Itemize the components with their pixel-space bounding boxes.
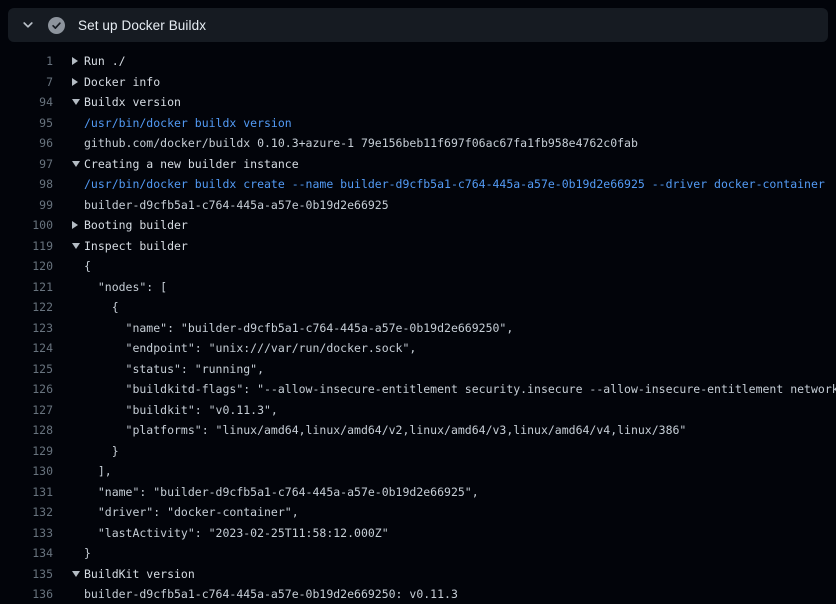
line-number[interactable]: 97 [0,157,53,171]
log-group-row[interactable]: 135 BuildKit version [0,564,836,585]
log-row: 132 "driver": "docker-container", [0,502,836,523]
log-line-text: "nodes": [ [53,280,836,294]
log-row: 99 builder-d9cfb5a1-c764-445a-a57e-0b19d… [0,195,836,216]
log-line-text: "status": "running", [53,362,836,376]
line-number[interactable]: 121 [0,280,53,294]
line-number[interactable]: 129 [0,444,53,458]
log-line-text: Booting builder [53,218,836,232]
line-number[interactable]: 99 [0,198,53,212]
line-number[interactable]: 124 [0,341,53,355]
log-group-row[interactable]: 97 Creating a new builder instance [0,154,836,175]
log-line-text: "name": "builder-d9cfb5a1-c764-445a-a57e… [53,321,836,335]
step-title: Set up Docker Buildx [78,18,206,33]
line-number[interactable]: 134 [0,546,53,560]
log-line-text: "driver": "docker-container", [53,505,836,519]
line-number[interactable]: 95 [0,116,53,130]
log-line-text: Inspect builder [53,239,836,253]
chevron-down-icon[interactable] [21,18,35,32]
log-line-text: ], [53,464,836,478]
line-number[interactable]: 122 [0,300,53,314]
log-line-text: builder-d9cfb5a1-c764-445a-a57e-0b19d2e6… [53,198,836,212]
log-row: 131 "name": "builder-d9cfb5a1-c764-445a-… [0,482,836,503]
line-number[interactable]: 1 [0,54,53,68]
log-line-text: Run ./ [53,54,836,68]
log-line-text: "name": "builder-d9cfb5a1-c764-445a-a57e… [53,485,836,499]
log-line-text: BuildKit version [53,567,836,581]
line-number[interactable]: 123 [0,321,53,335]
log-line-text: "buildkit": "v0.11.3", [53,403,836,417]
log-group-row[interactable]: 100 Booting builder [0,215,836,236]
log-row: 95 /usr/bin/docker buildx version [0,113,836,134]
log-line-text: Creating a new builder instance [53,157,836,171]
actions-log-viewer: Set up Docker Buildx 1 Run ./ 7 Docker i… [0,0,836,604]
log-row: 130 ], [0,461,836,482]
log-line-text: "endpoint": "unix:///var/run/docker.sock… [53,341,836,355]
log-row: 96 github.com/docker/buildx 0.10.3+azure… [0,133,836,154]
log-line-text: } [53,444,836,458]
log-row: 123 "name": "builder-d9cfb5a1-c764-445a-… [0,318,836,339]
log-line-text: { [53,259,836,273]
line-number[interactable]: 127 [0,403,53,417]
line-number[interactable]: 132 [0,505,53,519]
log-line-text: Buildx version [53,95,836,109]
log-row: 127 "buildkit": "v0.11.3", [0,400,836,421]
group-collapsed-icon[interactable] [72,221,78,229]
line-number[interactable]: 133 [0,526,53,540]
line-number[interactable]: 131 [0,485,53,499]
group-collapsed-icon[interactable] [72,57,78,65]
log-line-text: } [53,546,836,560]
log-group-row[interactable]: 94 Buildx version [0,92,836,113]
log-line-text: github.com/docker/buildx 0.10.3+azure-1 … [53,136,836,150]
group-expanded-icon[interactable] [72,161,80,167]
log-line-text: "lastActivity": "2023-02-25T11:58:12.000… [53,526,836,540]
log-row: 120 { [0,256,836,277]
log-row: 134 } [0,543,836,564]
group-collapsed-icon[interactable] [72,78,78,86]
line-number[interactable]: 7 [0,75,53,89]
check-circle-icon [48,17,65,34]
line-number[interactable]: 125 [0,362,53,376]
line-number[interactable]: 94 [0,95,53,109]
line-number[interactable]: 126 [0,382,53,396]
log-panel: 1 Run ./ 7 Docker info 94 Buildx version… [0,51,836,604]
line-number[interactable]: 120 [0,259,53,273]
group-expanded-icon[interactable] [72,571,80,577]
log-line-text: "platforms": "linux/amd64,linux/amd64/v2… [53,423,836,437]
log-group-row[interactable]: 1 Run ./ [0,51,836,72]
log-row: 121 "nodes": [ [0,277,836,298]
group-expanded-icon[interactable] [72,99,80,105]
line-number[interactable]: 96 [0,136,53,150]
log-row: 133 "lastActivity": "2023-02-25T11:58:12… [0,523,836,544]
line-number[interactable]: 128 [0,423,53,437]
log-line-text: { [53,300,836,314]
line-number[interactable]: 119 [0,239,53,253]
line-number[interactable]: 130 [0,464,53,478]
group-expanded-icon[interactable] [72,243,80,249]
line-number[interactable]: 100 [0,218,53,232]
log-row: 98 /usr/bin/docker buildx create --name … [0,174,836,195]
log-line-text: "buildkitd-flags": "--allow-insecure-ent… [53,382,836,396]
log-line-text: /usr/bin/docker buildx version [53,116,836,130]
log-row: 125 "status": "running", [0,359,836,380]
log-row: 126 "buildkitd-flags": "--allow-insecure… [0,379,836,400]
log-row: 122 { [0,297,836,318]
log-row: 136 builder-d9cfb5a1-c764-445a-a57e-0b19… [0,584,836,604]
step-header[interactable]: Set up Docker Buildx [8,8,828,42]
line-number[interactable]: 136 [0,587,53,601]
log-row: 129 } [0,441,836,462]
log-group-row[interactable]: 7 Docker info [0,72,836,93]
log-row: 128 "platforms": "linux/amd64,linux/amd6… [0,420,836,441]
log-group-row[interactable]: 119 Inspect builder [0,236,836,257]
log-line-text: builder-d9cfb5a1-c764-445a-a57e-0b19d2e6… [53,587,836,601]
log-line-text: Docker info [53,75,836,89]
log-row: 124 "endpoint": "unix:///var/run/docker.… [0,338,836,359]
line-number[interactable]: 135 [0,567,53,581]
log-line-text: /usr/bin/docker buildx create --name bui… [53,177,836,191]
line-number[interactable]: 98 [0,177,53,191]
